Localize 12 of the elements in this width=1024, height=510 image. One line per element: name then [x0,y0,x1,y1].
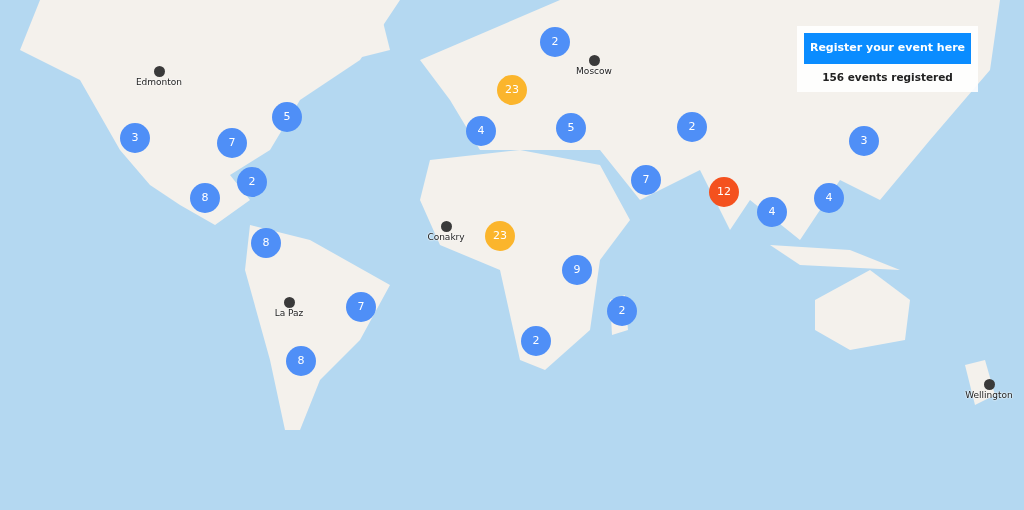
place-label: Moscow [576,66,612,77]
place-label: Conakry [427,232,465,243]
location-pin-icon[interactable] [588,55,600,66]
place-label: Wellington [965,390,1013,401]
location-pin-icon[interactable] [440,221,452,232]
events-count: 156 events registered [822,70,953,85]
location-pin-icon[interactable] [983,379,995,390]
register-button[interactable]: Register your event here [804,33,971,64]
location-pin-icon[interactable] [153,66,165,77]
location-pin-icon[interactable] [283,297,295,308]
place-label: Edmonton [135,77,183,88]
place-label: La Paz [274,308,304,319]
